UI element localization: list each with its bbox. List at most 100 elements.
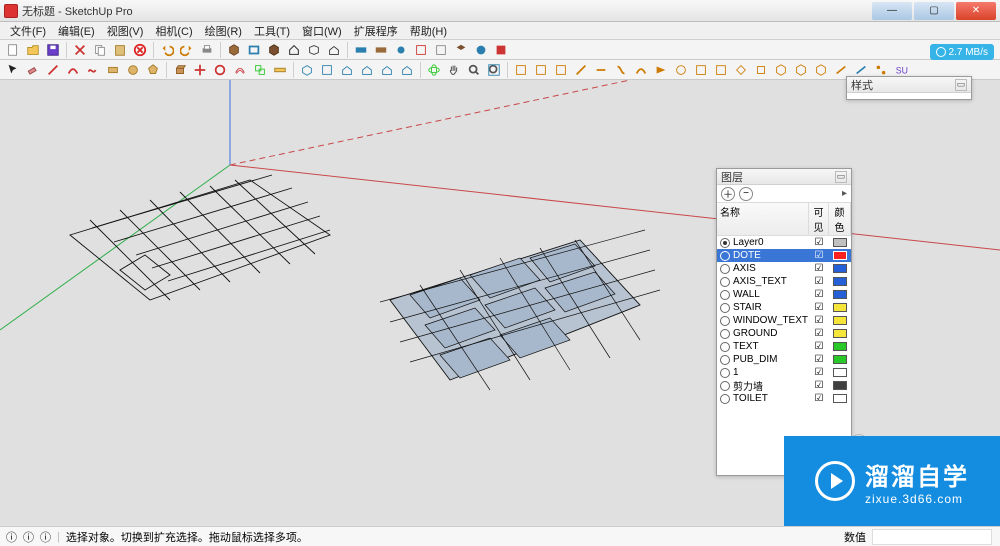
- panel-collapse-icon[interactable]: ▭: [955, 79, 967, 91]
- plugin-icon[interactable]: [752, 61, 770, 79]
- layer-row[interactable]: TOILET☑: [717, 392, 851, 405]
- layer-visible-checkbox[interactable]: ☑: [809, 263, 829, 274]
- layer-color-swatch[interactable]: [833, 251, 847, 260]
- menu-ext[interactable]: 扩展程序: [348, 23, 404, 39]
- layer-color-swatch[interactable]: [833, 316, 847, 325]
- status-icon[interactable]: ⓘ: [23, 529, 34, 545]
- layer-row[interactable]: PUB_DIM☑: [717, 353, 851, 366]
- dim-input[interactable]: [872, 529, 992, 545]
- layer-active-radio[interactable]: [720, 394, 730, 404]
- layer-row[interactable]: Layer0☑: [717, 236, 851, 249]
- layer-visible-checkbox[interactable]: ☑: [809, 276, 829, 287]
- ext-btn-1[interactable]: [352, 41, 370, 59]
- layer-visible-checkbox[interactable]: ☑: [809, 393, 829, 404]
- line-tool[interactable]: [44, 61, 62, 79]
- zoom-extents-button[interactable]: [485, 61, 503, 79]
- top-view-button[interactable]: [318, 61, 336, 79]
- cut-button[interactable]: [71, 41, 89, 59]
- layer-row[interactable]: WALL☑: [717, 288, 851, 301]
- plugin-icon[interactable]: [512, 61, 530, 79]
- plugin-icon[interactable]: [772, 61, 790, 79]
- menu-draw[interactable]: 绘图(R): [199, 23, 248, 39]
- menu-help[interactable]: 帮助(H): [404, 23, 453, 39]
- left-view-button[interactable]: [398, 61, 416, 79]
- menu-window[interactable]: 窗口(W): [296, 23, 348, 39]
- menu-camera[interactable]: 相机(C): [149, 23, 198, 39]
- delete-button[interactable]: [131, 41, 149, 59]
- layer-visible-checkbox[interactable]: ☑: [809, 302, 829, 313]
- undo-button[interactable]: [158, 41, 176, 59]
- layer-active-radio[interactable]: [720, 251, 730, 261]
- iso-view-button[interactable]: [298, 61, 316, 79]
- plugin-icon[interactable]: [532, 61, 550, 79]
- layer-active-radio[interactable]: [720, 342, 730, 352]
- plugin-icon[interactable]: [572, 61, 590, 79]
- print-button[interactable]: [198, 41, 216, 59]
- front-view-button[interactable]: [338, 61, 356, 79]
- layer-row[interactable]: AXIS_TEXT☑: [717, 275, 851, 288]
- remove-layer-button[interactable]: −: [739, 187, 753, 201]
- layer-visible-checkbox[interactable]: ☑: [809, 315, 829, 326]
- paint-button[interactable]: [265, 41, 283, 59]
- layers-menu-button[interactable]: ▸: [842, 188, 847, 199]
- plugin-icon[interactable]: [652, 61, 670, 79]
- layer-visible-checkbox[interactable]: ☑: [809, 380, 829, 391]
- pushpull-tool[interactable]: [171, 61, 189, 79]
- layer-visible-checkbox[interactable]: ☑: [809, 328, 829, 339]
- open-file-button[interactable]: [24, 41, 42, 59]
- menu-file[interactable]: 文件(F): [4, 23, 52, 39]
- new-file-button[interactable]: [4, 41, 22, 59]
- paste-button[interactable]: [111, 41, 129, 59]
- plugin-icon[interactable]: [612, 61, 630, 79]
- layer-color-swatch[interactable]: [833, 264, 847, 273]
- add-layer-button[interactable]: ＋: [721, 187, 735, 201]
- plugin-icon[interactable]: [552, 61, 570, 79]
- layer-visible-checkbox[interactable]: ☑: [809, 367, 829, 378]
- tape-tool[interactable]: [271, 61, 289, 79]
- menu-tools[interactable]: 工具(T): [248, 23, 296, 39]
- layer-color-swatch[interactable]: [833, 355, 847, 364]
- layer-color-swatch[interactable]: [833, 290, 847, 299]
- scale-tool[interactable]: [251, 61, 269, 79]
- layer-active-radio[interactable]: [720, 238, 730, 248]
- layer-color-swatch[interactable]: [833, 381, 847, 390]
- ext-btn-5[interactable]: [432, 41, 450, 59]
- layer-row[interactable]: WINDOW_TEXT☑: [717, 314, 851, 327]
- window-minimize-button[interactable]: —: [872, 2, 912, 20]
- plugin-icon[interactable]: [672, 61, 690, 79]
- component-button[interactable]: [225, 41, 243, 59]
- status-icon[interactable]: ⓘ: [40, 529, 51, 545]
- arc-tool[interactable]: [64, 61, 82, 79]
- col-color[interactable]: 颜色: [829, 203, 851, 235]
- freehand-tool[interactable]: [84, 61, 102, 79]
- layer-row[interactable]: 剪力墙☑: [717, 379, 851, 392]
- layer-color-swatch[interactable]: [833, 368, 847, 377]
- layer-color-swatch[interactable]: [833, 238, 847, 247]
- circle-tool[interactable]: [124, 61, 142, 79]
- styles-panel[interactable]: 样式 ▭: [846, 76, 972, 100]
- move-tool[interactable]: [191, 61, 209, 79]
- layer-row[interactable]: TEXT☑: [717, 340, 851, 353]
- layer-visible-checkbox[interactable]: ☑: [809, 341, 829, 352]
- pan-tool[interactable]: [445, 61, 463, 79]
- house-button[interactable]: [325, 41, 343, 59]
- offset-tool[interactable]: [231, 61, 249, 79]
- ext-btn-8[interactable]: [492, 41, 510, 59]
- layer-color-swatch[interactable]: [833, 394, 847, 403]
- menu-edit[interactable]: 编辑(E): [52, 23, 101, 39]
- plugin-icon[interactable]: [712, 61, 730, 79]
- layer-row[interactable]: STAIR☑: [717, 301, 851, 314]
- layers-panel[interactable]: 图层 ▭ ＋ − ▸ 名称 可见 颜色 Layer0☑DOTE☑AXIS☑AXI…: [716, 168, 852, 476]
- rect-tool[interactable]: [104, 61, 122, 79]
- zoom-tool[interactable]: [465, 61, 483, 79]
- box-button[interactable]: [305, 41, 323, 59]
- ext-btn-4[interactable]: [412, 41, 430, 59]
- layer-active-radio[interactable]: [720, 316, 730, 326]
- layer-active-radio[interactable]: [720, 264, 730, 274]
- plugin-icon[interactable]: [812, 61, 830, 79]
- back-view-button[interactable]: [378, 61, 396, 79]
- plugin-icon[interactable]: [632, 61, 650, 79]
- col-visible[interactable]: 可见: [809, 203, 829, 235]
- layer-active-radio[interactable]: [720, 277, 730, 287]
- plugin-icon[interactable]: [792, 61, 810, 79]
